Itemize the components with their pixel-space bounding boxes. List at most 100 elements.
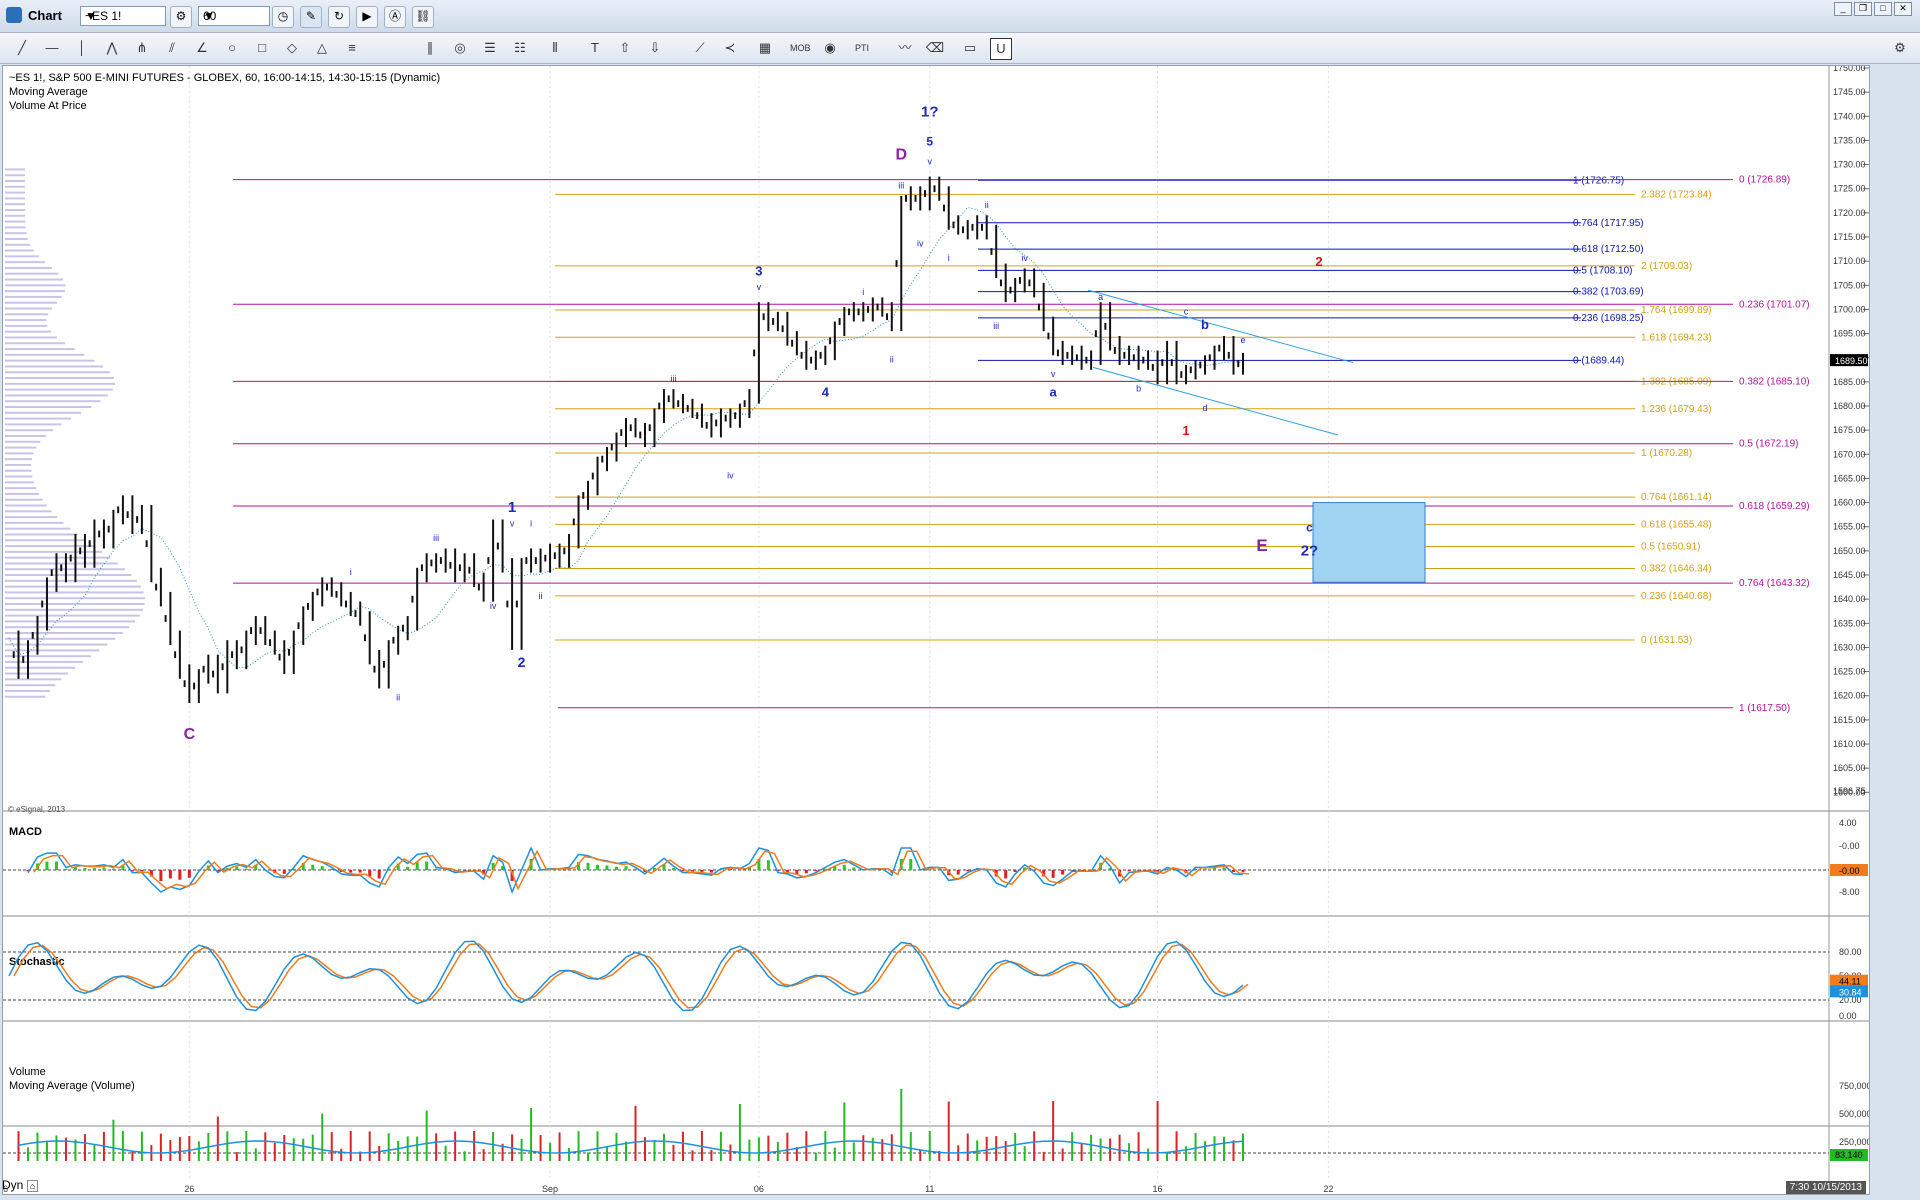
down-arrow-tool-icon[interactable]: ⇩: [645, 38, 665, 58]
cycles-tool-icon[interactable]: ◉: [820, 38, 840, 58]
rectangle-tool-icon[interactable]: □: [252, 38, 272, 58]
mob-tool-icon[interactable]: MOB: [790, 38, 811, 58]
chart-area[interactable]: ~ES 1!, S&P 500 E-MINI FUTURES - GLOBEX,…: [2, 65, 1870, 1195]
fan-tool-icon[interactable]: ∠: [192, 38, 212, 58]
vap-bar: [5, 220, 26, 223]
fib-retrace-tool-icon[interactable]: ☰: [480, 38, 500, 58]
stochastic-d-value: 30.84: [1839, 987, 1862, 997]
eraser-tool-icon[interactable]: ⌫: [925, 38, 945, 58]
vline-tool-icon[interactable]: │: [72, 38, 92, 58]
link-icon[interactable]: ⛓: [412, 6, 434, 28]
dyn-label: Dyn: [2, 1178, 24, 1192]
subwave-label: v: [928, 157, 933, 167]
lock-icon[interactable]: ⌂: [26, 1180, 39, 1192]
chevron-down-icon[interactable]: ▼: [203, 9, 267, 23]
fib-time-tool-icon[interactable]: ⦀: [545, 38, 565, 58]
vap-bar: [5, 417, 72, 420]
gann-tool-icon[interactable]: ⫽: [162, 38, 182, 58]
minimize-icon[interactable]: _: [1834, 2, 1852, 16]
play-icon[interactable]: ▶: [356, 6, 378, 28]
vap-bar: [5, 562, 118, 565]
price-tick-label: 1630.00: [1833, 642, 1866, 652]
fib-level-label: 1.764 (1699.89): [1641, 305, 1712, 316]
trend-tool-icon[interactable]: ⟋: [690, 38, 710, 58]
text-tool-icon[interactable]: T: [585, 38, 605, 58]
settings-icon[interactable]: ⚙: [1890, 38, 1910, 58]
fib-level-label: 0.5 (1708.10): [1573, 265, 1633, 276]
macd-tick-label: 4.00: [1839, 818, 1857, 828]
subwave-label: a: [1098, 292, 1103, 302]
price-tick-label: 1715.00: [1833, 232, 1866, 242]
vap-bar: [5, 377, 114, 380]
vap-bar: [5, 637, 116, 640]
volume-value: 83,140: [1835, 1150, 1863, 1160]
subwave-label: iii: [670, 374, 676, 384]
price-tick-label: 1675.00: [1833, 425, 1866, 435]
price-tick-label: 1750.00: [1833, 66, 1866, 73]
ellipse-tool-icon[interactable]: ○: [222, 38, 242, 58]
clock-icon[interactable]: ◷: [272, 6, 294, 28]
grid-tool-icon[interactable]: ▦: [755, 38, 775, 58]
wave-label: C: [184, 726, 196, 743]
vap-bar: [5, 394, 108, 397]
vap-bar: [5, 261, 46, 264]
price-tick-label: 1645.00: [1833, 570, 1866, 580]
hline-tool-icon[interactable]: —: [42, 38, 62, 58]
subwave-label: ii: [539, 591, 543, 601]
pitchfork-tool-icon[interactable]: ⋔: [132, 38, 152, 58]
interval-input[interactable]: 60 ▼: [198, 6, 270, 26]
vap-bar: [5, 226, 26, 229]
wave-label: 2?: [1301, 543, 1319, 560]
gear-icon[interactable]: ⚙: [170, 6, 192, 28]
vap-bar: [5, 411, 82, 414]
vap-bar: [5, 539, 86, 542]
close-icon[interactable]: ✕: [1894, 2, 1912, 16]
speed-tool-icon[interactable]: ≺: [720, 38, 740, 58]
wave-tool-icon[interactable]: 〰: [895, 38, 915, 58]
cycle-tool-icon[interactable]: ◎: [450, 38, 470, 58]
subwave-label: i: [948, 253, 950, 263]
refresh-icon[interactable]: ↻: [328, 6, 350, 28]
fib-level-label: 0.382 (1685.10): [1739, 376, 1810, 387]
vap-bar: [5, 516, 58, 519]
fib-ext-tool-icon[interactable]: ☷: [510, 38, 530, 58]
magnet-icon[interactable]: U: [990, 38, 1012, 60]
vap-bar: [5, 504, 47, 507]
maximize-icon[interactable]: □: [1874, 2, 1892, 16]
vap-bar: [5, 237, 28, 240]
fib-level-label: 0.236 (1701.07): [1739, 299, 1810, 310]
vap-bar: [5, 545, 94, 548]
price-tick-label: 1610.00: [1833, 739, 1866, 749]
elliott-tool-icon[interactable]: ⋀: [102, 38, 122, 58]
vap-bar: [5, 510, 52, 513]
diamond-tool-icon[interactable]: ◇: [282, 38, 302, 58]
restore-icon[interactable]: ❐: [1854, 2, 1872, 16]
line-tool-icon[interactable]: ╱: [12, 38, 32, 58]
parallel-tool-icon[interactable]: ∥: [420, 38, 440, 58]
note-tool-icon[interactable]: ▭: [960, 38, 980, 58]
pencil-icon[interactable]: ✎: [300, 6, 322, 28]
triangle-tool-icon[interactable]: △: [312, 38, 332, 58]
pti-tool-icon[interactable]: PTI: [852, 38, 872, 58]
price-tick-label: 1745.00: [1833, 87, 1866, 97]
symbol-input[interactable]: ~ES 1! ▼: [80, 6, 166, 26]
alert-icon[interactable]: Ⓐ: [384, 6, 406, 28]
price-chart[interactable]: 1750.00 1745.00 1740.00 1735.00 1730.00 1725.…: [3, 66, 1869, 1194]
subwave-label: d: [1203, 403, 1208, 413]
vap-bar: [5, 388, 113, 391]
macd-value: -0.00: [1839, 866, 1860, 876]
time-readout: 7:30 10/15/2013: [1785, 1181, 1866, 1194]
up-arrow-tool-icon[interactable]: ⇧: [615, 38, 635, 58]
volume-tick-label: 500,000: [1839, 1109, 1869, 1119]
price-tick-label: 1650.00: [1833, 546, 1866, 556]
price-tick-label: 1660.00: [1833, 498, 1866, 508]
vap-bar: [5, 249, 34, 252]
chevron-down-icon[interactable]: ▼: [85, 9, 163, 23]
vap-bar: [5, 440, 41, 443]
wave-label: b: [1201, 317, 1209, 332]
vap-bar: [5, 498, 43, 501]
channel-tool-icon[interactable]: ≡: [342, 38, 362, 58]
fib-level-label: 0.5 (1672.19): [1739, 439, 1799, 450]
dyn-control[interactable]: Dyn ⌂: [2, 1178, 62, 1194]
fib-level-label: 0.5 (1650.91): [1641, 541, 1701, 552]
